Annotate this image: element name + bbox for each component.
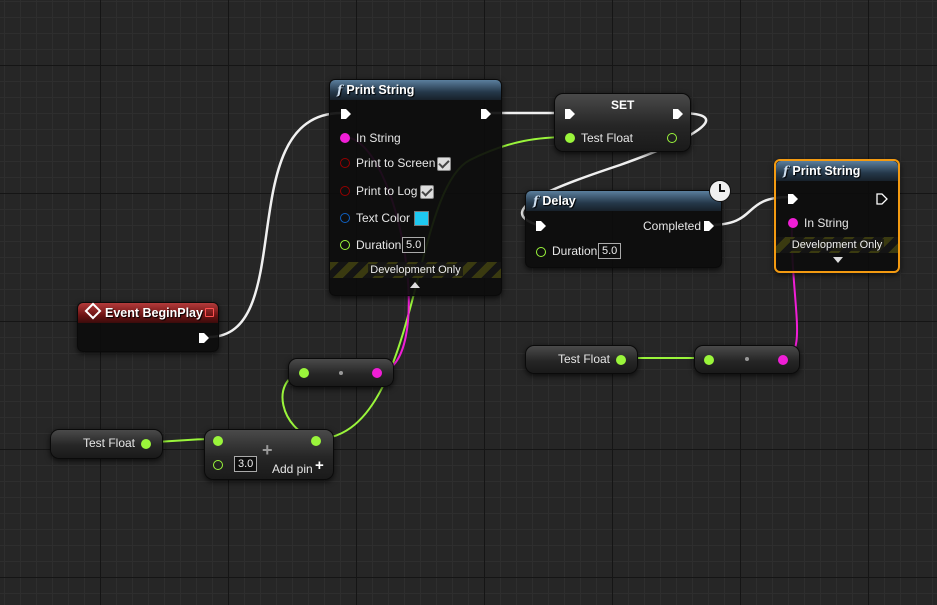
node-title: Event BeginPlay <box>105 306 203 320</box>
function-icon: f <box>533 193 539 208</box>
expand-arrow-icon[interactable] <box>833 257 843 263</box>
b-value-input[interactable]: 3.0 <box>234 456 258 472</box>
add-pin-plus-icon[interactable]: + <box>315 458 324 473</box>
a-in-pin[interactable] <box>213 436 223 446</box>
print-string-node[interactable]: f Print String In String Print to Screen … <box>329 79 502 296</box>
in-string-pin[interactable] <box>340 133 350 143</box>
in-string-label: In String <box>356 131 401 145</box>
event-beginplay-node[interactable]: Event BeginPlay <box>77 302 219 352</box>
conversion-dot <box>745 357 749 361</box>
print-to-screen-checkbox[interactable] <box>437 157 451 171</box>
event-delegate-pin[interactable] <box>205 308 214 317</box>
add-float-node[interactable]: + 3.0 Add pin + <box>204 429 334 480</box>
expand-arrow-icon[interactable] <box>410 282 420 288</box>
duration-input[interactable]: 5.0 <box>402 237 426 253</box>
in-string-pin[interactable] <box>788 218 798 228</box>
float-in-pin[interactable] <box>299 368 309 378</box>
development-only-banner: Development Only <box>776 237 898 253</box>
function-icon: f <box>337 82 343 97</box>
text-color-pin[interactable] <box>340 213 350 223</box>
function-icon: f <box>783 163 789 178</box>
add-operator-icon: + <box>262 440 273 460</box>
development-only-label: Development Only <box>789 239 885 251</box>
event-icon <box>84 302 102 320</box>
node-title: Delay <box>542 194 576 208</box>
float-to-string-conversion-node-2[interactable] <box>694 345 800 374</box>
result-out-pin[interactable] <box>311 436 321 446</box>
print-to-log-checkbox[interactable] <box>420 185 434 199</box>
duration-label: Duration <box>356 238 402 252</box>
node-title: Print String <box>792 164 861 178</box>
duration-input[interactable]: 5.0 <box>598 243 622 259</box>
node-header[interactable]: f Delay <box>526 191 721 211</box>
print-string-node-selected[interactable]: f Print String In String Development Only <box>774 159 900 273</box>
completed-label: Completed <box>643 219 702 233</box>
in-string-label: In String <box>804 216 849 230</box>
b-in-pin[interactable] <box>213 460 223 470</box>
node-title: Print String <box>346 83 415 97</box>
get-test-float-node-2[interactable]: Test Float <box>525 345 638 374</box>
print-to-screen-pin[interactable] <box>340 158 350 168</box>
print-to-log-label: Print to Log <box>356 184 418 198</box>
delay-node[interactable]: f Delay Completed Duration 5.0 <box>525 190 722 268</box>
duration-label: Duration <box>552 244 598 258</box>
float-out-pin[interactable] <box>616 355 626 365</box>
float-out-pin[interactable] <box>141 439 151 449</box>
get-test-float-node[interactable]: Test Float <box>50 429 163 459</box>
clock-icon <box>709 180 731 202</box>
node-header[interactable]: f Print String <box>330 80 501 100</box>
float-in-pin[interactable] <box>704 355 714 365</box>
duration-pin[interactable] <box>536 247 546 257</box>
test-float-out-pin[interactable] <box>667 133 677 143</box>
text-color-label: Text Color <box>356 211 411 225</box>
test-float-label: Test Float <box>581 131 634 145</box>
blueprint-graph-canvas[interactable]: f Print String In String Print to Screen … <box>0 0 937 605</box>
print-to-screen-label: Print to Screen <box>356 156 436 170</box>
add-pin-label[interactable]: Add pin <box>272 462 313 476</box>
print-to-log-pin[interactable] <box>340 186 350 196</box>
string-out-pin[interactable] <box>778 355 788 365</box>
test-float-label: Test Float <box>83 436 136 450</box>
text-color-swatch[interactable] <box>414 211 429 226</box>
development-only-banner: Development Only <box>330 262 501 278</box>
development-only-label: Development Only <box>368 264 463 276</box>
string-out-pin[interactable] <box>372 368 382 378</box>
node-header[interactable]: f Print String <box>776 161 898 181</box>
test-float-label: Test Float <box>558 352 611 366</box>
node-title: SET <box>611 98 635 112</box>
node-header[interactable]: Event BeginPlay <box>78 302 218 323</box>
conversion-dot <box>339 371 343 375</box>
exec-wire-beginplay-printstring <box>208 111 343 339</box>
set-variable-node[interactable]: SET Test Float <box>554 93 691 152</box>
float-to-string-conversion-node[interactable] <box>288 358 394 387</box>
duration-pin[interactable] <box>340 240 350 250</box>
test-float-in-pin[interactable] <box>565 133 575 143</box>
